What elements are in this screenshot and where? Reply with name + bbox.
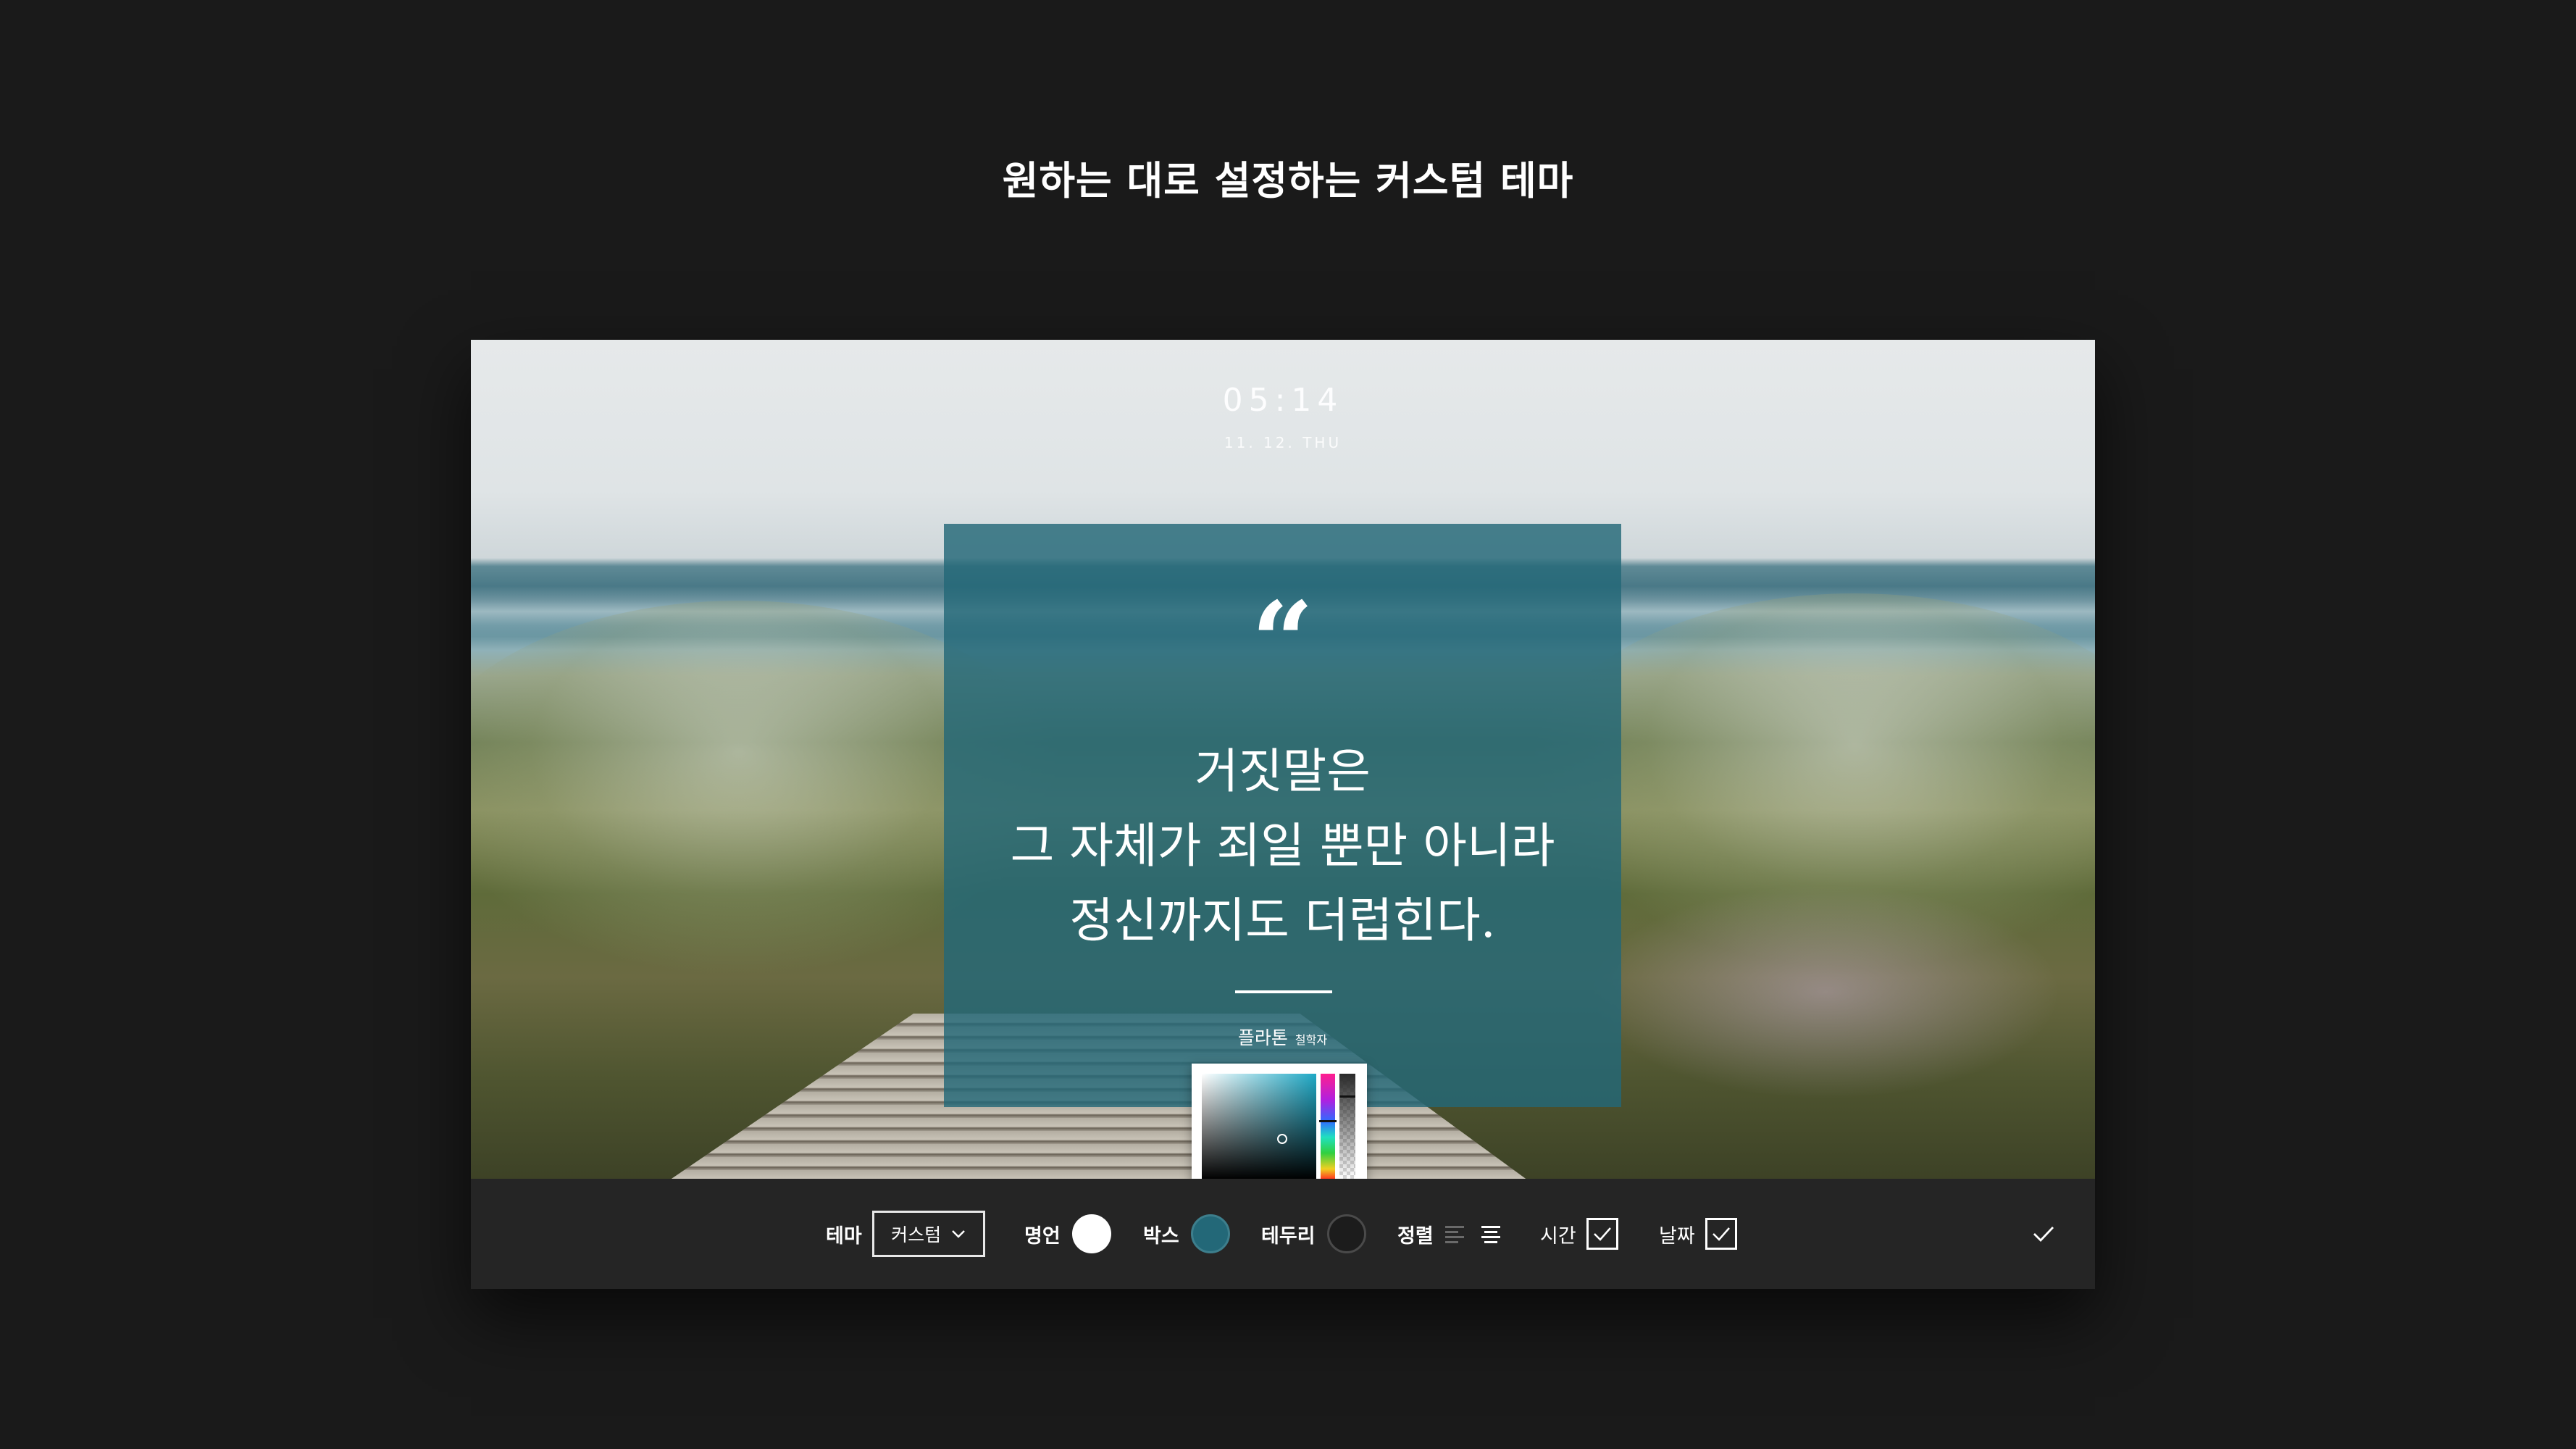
date-setting: 날짜 [1659, 1179, 1737, 1289]
background-photo: 05:14 11. 12. THU “ 거짓말은 그 자체가 죄일 뿐만 아니라… [471, 340, 2095, 1179]
page-heading: 원하는 대로 설정하는 커스텀 테마 [1002, 158, 1574, 204]
border-color-label: 테두리 [1261, 1224, 1316, 1248]
quote-color-setting: 명언 [1024, 1179, 1111, 1289]
box-color-label: 박스 [1143, 1224, 1179, 1248]
quote-divider [1235, 990, 1332, 993]
quote-text: 거짓말은 그 자체가 죄일 뿐만 아니라 정신까지도 더럽힌다. [944, 734, 1621, 958]
chevron-down-icon [952, 1230, 966, 1238]
color-saturation-field[interactable] [1202, 1074, 1316, 1179]
settings-toolbar: 테마 커스텀 명언 박스 테두리 정렬 시간 날짜 [471, 1179, 2095, 1289]
theme-select[interactable]: 커스텀 [871, 1211, 985, 1257]
theme-select-value: 커스텀 [891, 1224, 942, 1245]
photo-flowers [1572, 876, 2079, 1108]
theme-label: 테마 [826, 1224, 862, 1248]
quote-color-swatch[interactable] [1071, 1214, 1111, 1253]
quote-mark-icon: “ [1251, 578, 1314, 706]
date-label: 날짜 [1659, 1224, 1695, 1248]
quote-box[interactable]: “ 거짓말은 그 자체가 죄일 뿐만 아니라 정신까지도 더럽힌다. 플라톤 철학… [944, 524, 1621, 1107]
check-icon [1712, 1227, 1730, 1241]
box-color-setting: 박스 [1143, 1179, 1230, 1289]
hue-slider[interactable] [1319, 1074, 1337, 1179]
theme-preview-window: 05:14 11. 12. THU “ 거짓말은 그 자체가 죄일 뿐만 아니라… [471, 340, 2095, 1289]
quote-line: 거짓말은 [1195, 743, 1371, 799]
clock-time: 05:14 [1222, 382, 1344, 419]
align-left-icon[interactable] [1444, 1224, 1465, 1244]
theme-setting: 테마 커스텀 [826, 1179, 985, 1289]
clock-date: 11. 12. THU [1224, 434, 1342, 451]
alignment-label: 정렬 [1397, 1224, 1434, 1248]
quote-line: 정신까지도 더럽힌다. [1069, 893, 1496, 948]
box-color-swatch[interactable] [1190, 1214, 1230, 1253]
check-icon [2033, 1227, 2054, 1243]
border-color-setting: 테두리 [1261, 1179, 1366, 1289]
quote-author: 플라톤 철학자 [944, 1024, 1621, 1050]
color-picker-popup[interactable] [1192, 1064, 1367, 1179]
alpha-slider-handle[interactable] [1339, 1095, 1355, 1098]
author-role: 철학자 [1295, 1033, 1328, 1047]
time-setting: 시간 [1540, 1179, 1618, 1289]
alpha-slider[interactable] [1339, 1074, 1355, 1179]
time-label: 시간 [1540, 1224, 1576, 1248]
quote-color-label: 명언 [1024, 1224, 1061, 1248]
quote-line: 그 자체가 죄일 뿐만 아니라 [1010, 818, 1555, 874]
border-color-swatch[interactable] [1326, 1214, 1366, 1253]
alignment-setting: 정렬 [1397, 1179, 1502, 1289]
time-checkbox[interactable] [1586, 1218, 1618, 1250]
check-icon [1593, 1227, 1611, 1241]
confirm-button[interactable] [2032, 1179, 2055, 1289]
hue-slider-handle[interactable] [1319, 1120, 1337, 1122]
align-center-icon[interactable] [1480, 1224, 1502, 1244]
author-name: 플라톤 [1237, 1027, 1288, 1048]
date-checkbox[interactable] [1705, 1218, 1737, 1250]
color-picker-cursor[interactable] [1277, 1134, 1287, 1144]
